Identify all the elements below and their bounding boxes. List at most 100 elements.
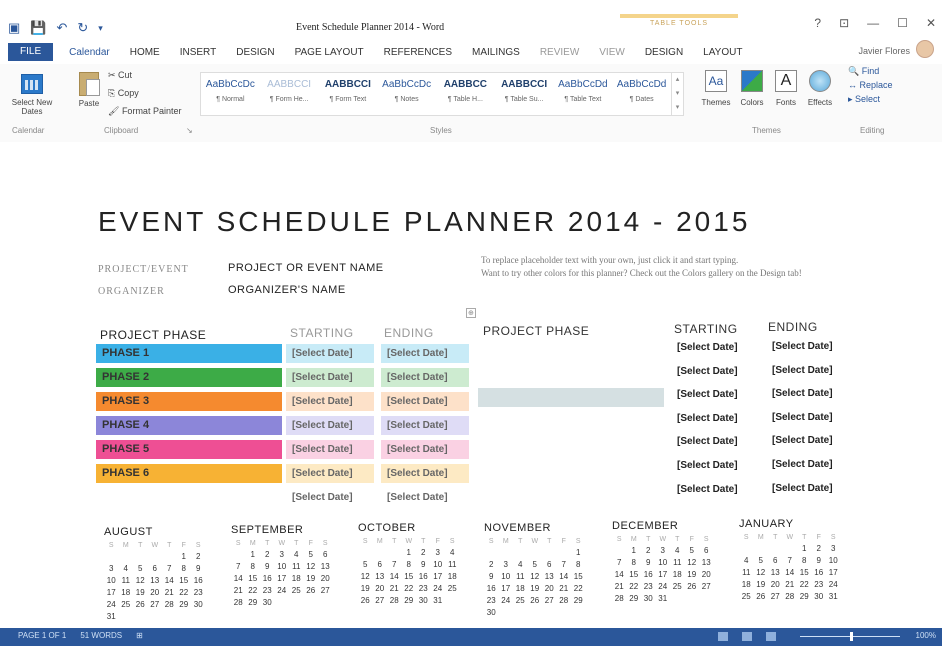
tab-page-layout[interactable]: PAGE LAYOUT	[285, 47, 374, 58]
start-date-cell[interactable]: [Select Date]	[677, 460, 738, 471]
end-date-cell[interactable]: [Select Date]	[772, 483, 833, 494]
help-icon[interactable]: ?	[814, 16, 821, 30]
phase-name-cell[interactable]: PHASE 5	[96, 440, 282, 459]
start-date-cell[interactable]: [Select Date]	[677, 389, 738, 400]
end-date-cell[interactable]: [Select Date]	[772, 365, 833, 376]
start-date-cell[interactable]: [Select Date]	[677, 366, 738, 377]
start-date-cell[interactable]: [Select Date]	[677, 342, 738, 353]
close-icon[interactable]: ✕	[926, 16, 936, 30]
tab-file[interactable]: FILE	[8, 43, 54, 61]
calendar-day	[445, 596, 460, 608]
zoom-level[interactable]: 100%	[916, 631, 936, 640]
tab-layout-table[interactable]: LAYOUT	[693, 47, 752, 58]
table-move-handle-icon[interactable]: ⊕	[466, 308, 476, 318]
right-phase-highlight[interactable]	[478, 388, 664, 407]
start-date-cell[interactable]: [Select Date]	[286, 416, 374, 435]
minimize-icon[interactable]: —	[867, 16, 879, 30]
styles-scroll[interactable]: ▴ ▾ ▾	[671, 73, 683, 115]
phase-name-cell[interactable]: PHASE 4	[96, 416, 282, 435]
phase-name-cell[interactable]: PHASE 3	[96, 392, 282, 411]
themes-button[interactable]: Aa Themes	[698, 70, 734, 107]
copy-button[interactable]: ⎘ Copy	[108, 88, 139, 99]
avatar[interactable]	[916, 40, 934, 58]
fonts-button[interactable]: A Fonts	[768, 70, 804, 107]
proofing-icon[interactable]: ⊞	[136, 631, 143, 640]
tab-review[interactable]: REVIEW	[530, 47, 589, 58]
find-button[interactable]: 🔍 Find	[848, 64, 893, 78]
start-date-cell[interactable]: [Select Date]	[286, 344, 374, 363]
style-item[interactable]: AABBCCI ¶ Form He...	[260, 73, 319, 115]
maximize-icon[interactable]: ☐	[897, 16, 908, 30]
tab-references[interactable]: REFERENCES	[374, 47, 462, 58]
end-date-cell[interactable]: [Select Date]	[381, 488, 469, 507]
style-item[interactable]: AABBCCI ¶ Form Text	[319, 73, 378, 115]
phase-name-cell[interactable]: PHASE 1	[96, 344, 282, 363]
read-mode-icon[interactable]	[718, 632, 728, 641]
end-date-cell[interactable]: [Select Date]	[772, 459, 833, 470]
tab-home[interactable]: HOME	[120, 47, 170, 58]
weekday-header: SMTWTFS	[231, 540, 333, 547]
page-title[interactable]: EVENT SCHEDULE PLANNER 2014 - 2015	[98, 206, 750, 238]
effects-button[interactable]: Effects	[802, 70, 838, 107]
style-item[interactable]: AaBbCcDc ¶ Normal	[201, 73, 260, 115]
end-date-cell[interactable]: [Select Date]	[381, 368, 469, 387]
style-item[interactable]: AABBCCI ¶ Table Su...	[495, 73, 554, 115]
start-date-cell[interactable]: [Select Date]	[286, 392, 374, 411]
ribbon-display-icon[interactable]: ⊡	[839, 16, 849, 30]
user-name[interactable]: Javier Flores	[858, 46, 910, 56]
calendar-day: 23	[262, 586, 272, 595]
tab-view[interactable]: VIEW	[589, 47, 635, 58]
colors-button[interactable]: Colors	[734, 70, 770, 107]
phase-name-cell[interactable]: PHASE 6	[96, 464, 282, 483]
tab-mailings[interactable]: MAILINGS	[462, 47, 530, 58]
colors-icon	[741, 70, 763, 92]
start-date-cell[interactable]: [Select Date]	[677, 484, 738, 495]
print-layout-icon[interactable]	[742, 632, 752, 641]
instruction-text[interactable]: To replace placeholder text with your ow…	[481, 254, 841, 280]
project-name-field[interactable]: PROJECT OR EVENT NAME	[228, 262, 384, 274]
zoom-slider-thumb[interactable]	[850, 632, 853, 641]
format-painter-button[interactable]: 🖌 Format Painter	[108, 106, 181, 117]
phase-name-cell[interactable]: PHASE 2	[96, 368, 282, 387]
style-item[interactable]: AaBbCcDc ¶ Notes	[377, 73, 436, 115]
end-date-cell[interactable]: [Select Date]	[772, 435, 833, 446]
select-button[interactable]: ▸ Select	[848, 92, 893, 106]
tab-design[interactable]: DESIGN	[226, 47, 284, 58]
end-date-cell[interactable]: [Select Date]	[381, 464, 469, 483]
end-date-cell[interactable]: [Select Date]	[381, 440, 469, 459]
end-date-cell[interactable]: [Select Date]	[381, 344, 469, 363]
style-item[interactable]: AABBCC ¶ Table H...	[436, 73, 495, 115]
organizer-name-field[interactable]: ORGANIZER'S NAME	[228, 284, 346, 296]
undo-icon[interactable]: ↶	[56, 20, 67, 36]
start-date-cell[interactable]: [Select Date]	[677, 413, 738, 424]
save-icon[interactable]: 💾	[30, 20, 46, 36]
tab-calendar[interactable]: Calendar	[59, 47, 120, 58]
web-layout-icon[interactable]	[766, 632, 776, 641]
page-count[interactable]: PAGE 1 OF 1	[18, 631, 66, 640]
style-item[interactable]: AaBbCcDd ¶ Dates	[612, 73, 671, 115]
word-count[interactable]: 51 WORDS	[80, 631, 122, 640]
end-date-cell[interactable]: [Select Date]	[772, 341, 833, 352]
tab-insert[interactable]: INSERT	[170, 47, 227, 58]
end-date-cell[interactable]: [Select Date]	[772, 412, 833, 423]
start-date-cell[interactable]: [Select Date]	[286, 488, 374, 507]
start-date-cell[interactable]: [Select Date]	[286, 440, 374, 459]
calendar-week: 12 3	[739, 544, 841, 556]
end-date-cell[interactable]: [Select Date]	[381, 416, 469, 435]
weekday-label: F	[308, 540, 313, 547]
end-date-cell[interactable]: [Select Date]	[772, 388, 833, 399]
tab-design-table[interactable]: DESIGN	[635, 47, 693, 58]
start-date-cell[interactable]: [Select Date]	[286, 464, 374, 483]
replace-button[interactable]: ↔ Replace	[848, 78, 893, 92]
paste-button[interactable]: Paste	[74, 72, 104, 108]
clipboard-launcher-icon[interactable]: ↘	[186, 126, 193, 135]
document-page[interactable]: EVENT SCHEDULE PLANNER 2014 - 2015 PROJE…	[0, 142, 942, 628]
style-item[interactable]: AaBbCcDd ¶ Table Text	[554, 73, 613, 115]
select-new-dates-button[interactable]: Select New Dates	[10, 74, 54, 116]
customize-qat-icon[interactable]: ▾	[98, 23, 103, 34]
start-date-cell[interactable]: [Select Date]	[677, 436, 738, 447]
end-date-cell[interactable]: [Select Date]	[381, 392, 469, 411]
redo-icon[interactable]: ↻	[77, 20, 88, 36]
start-date-cell[interactable]: [Select Date]	[286, 368, 374, 387]
cut-button[interactable]: ✂ Cut	[108, 70, 132, 81]
